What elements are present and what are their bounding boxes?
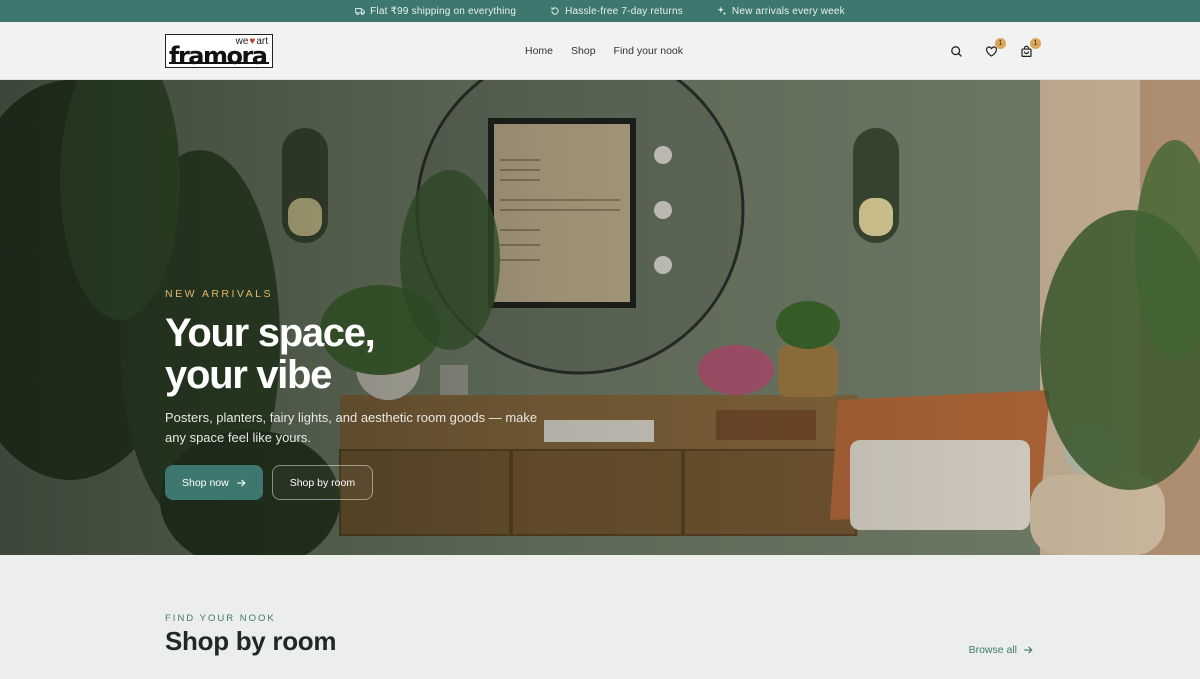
hero-subtitle: Posters, planters, fairy lights, and aes… [165,410,538,445]
announcement-arrivals: New arrivals every week [717,6,845,17]
search-icon [951,45,962,57]
hero-eyebrow: NEW ARRIVALS [165,288,273,300]
main-nav: Home Shop Find your nook [525,22,683,80]
announcement-returns: Hassle-free 7-day returns [550,6,683,17]
announcement-shipping: Flat ₹99 shipping on everything [355,6,516,17]
hero-title-line2: your vibe [165,353,332,397]
cart-count-badge: 1 [1030,37,1041,49]
logo-wordmark: framora [169,42,268,68]
hero-actions: Shop now Shop by room [165,465,545,500]
nav-home[interactable]: Home [525,45,553,57]
wishlist-button[interactable]: 1 [985,37,1006,58]
site-header: we ♥ art framora Home Shop Find your noo… [0,22,1200,80]
hero-banner: NEW ARRIVALS Your space, your vibe Poste… [0,80,1200,555]
nav-shop[interactable]: Shop [571,45,596,57]
hero-title: Your space, your vibe [165,312,545,396]
browse-all-link[interactable]: Browse all [969,644,1033,656]
browse-all-label: Browse all [968,644,1017,656]
announcement-bar: Flat ₹99 shipping on everything Hassle-f… [0,0,1200,22]
section-title: Shop by room [165,626,337,656]
shop-by-room-button[interactable]: Shop by room [271,465,374,500]
shop-by-room-section: FIND YOUR NOOK Shop by room Browse all [0,555,1200,679]
hero-content: NEW ARRIVALS Your space, your vibe Poste… [165,288,545,500]
shop-now-label: Shop now [182,476,229,489]
cart-button[interactable]: 1 [1020,37,1041,58]
hero-title-line1: Your space, [165,311,376,355]
return-icon [551,7,559,15]
wishlist-count-badge: 1 [995,37,1006,49]
announcement-text: New arrivals every week [731,5,845,17]
search-button[interactable] [950,45,963,58]
shop-by-room-label: Shop by room [289,476,356,489]
logo-underline [169,62,269,64]
truck-icon [355,8,365,16]
header-actions: 1 1 [950,22,1041,80]
arrow-right-icon [1024,646,1033,654]
nav-find-your-nook[interactable]: Find your nook [614,45,683,57]
arrow-right-icon [236,478,246,487]
shop-now-button[interactable]: Shop now [165,465,263,500]
announcement-text: Flat ₹99 shipping on everything [370,5,517,17]
section-eyebrow: FIND YOUR NOOK [165,613,276,624]
sparkle-icon [717,6,727,16]
brand-logo[interactable]: we ♥ art framora [165,34,273,68]
announcement-text: Hassle-free 7-day returns [565,5,683,17]
